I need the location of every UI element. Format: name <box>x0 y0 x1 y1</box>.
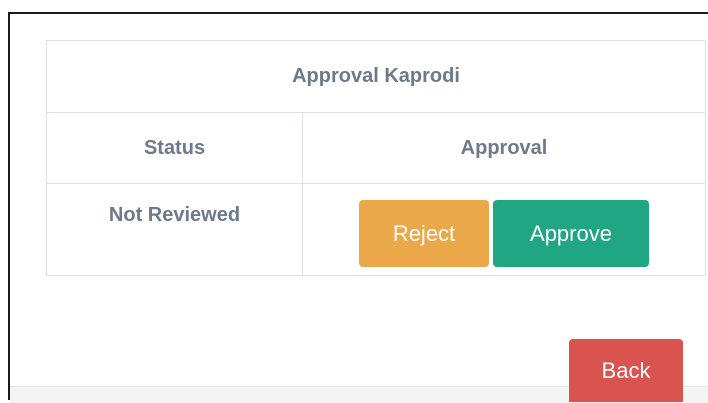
back-button[interactable]: Back <box>569 339 683 402</box>
approval-column-header: Approval <box>460 136 548 159</box>
table-header-row: Status Approval <box>47 113 705 184</box>
panel-title: Approval Kaprodi <box>47 41 705 113</box>
reject-button[interactable]: Reject <box>359 200 489 267</box>
status-cell: Not Reviewed <box>47 184 303 276</box>
page-frame: Approval Kaprodi Status Approval Not Rev… <box>8 12 708 403</box>
approval-cell: Reject Approve <box>303 184 705 276</box>
table-row: Not Reviewed Reject Approve <box>47 184 705 276</box>
approval-panel: Approval Kaprodi Status Approval Not Rev… <box>46 40 706 276</box>
status-column-header: Status <box>47 113 303 183</box>
status-value: Not Reviewed <box>108 204 241 226</box>
approve-button[interactable]: Approve <box>493 200 649 267</box>
